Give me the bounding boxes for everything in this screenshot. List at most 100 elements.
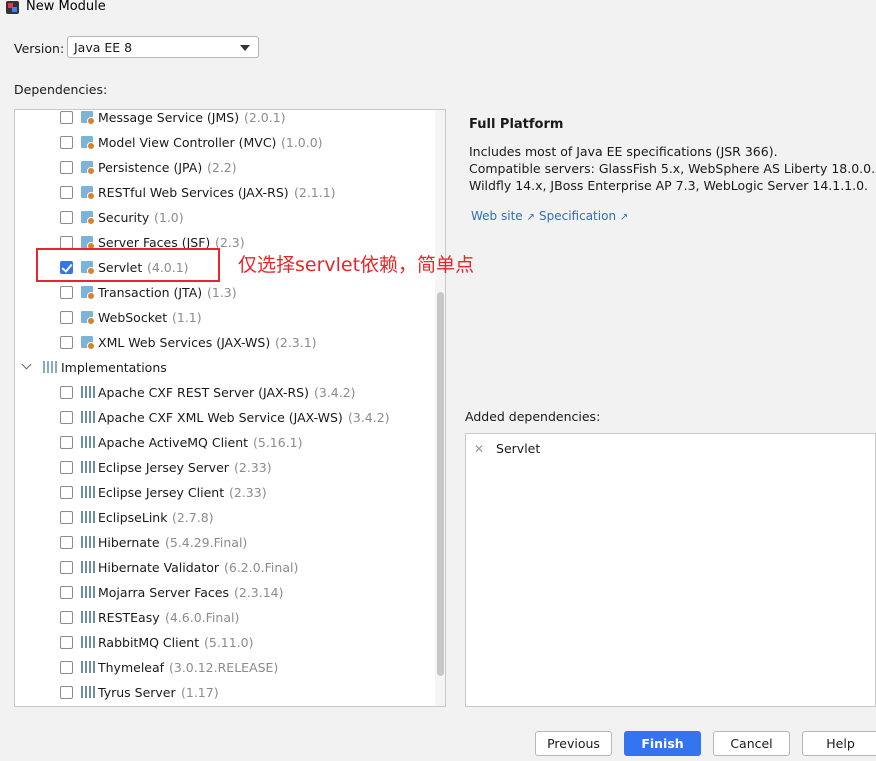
implementation-row[interactable]: Hibernate Validator (6.2.0.Final) — [15, 556, 433, 581]
dependency-version: (5.11.0) — [204, 635, 254, 650]
tree-scrollbar-thumb[interactable] — [437, 292, 444, 676]
dependency-checkbox[interactable] — [60, 286, 73, 299]
dependency-name: Eclipse Jersey Server — [98, 460, 229, 475]
dependency-checkbox[interactable] — [60, 186, 73, 199]
dependency-version: (2.33) — [234, 460, 272, 475]
specification-link[interactable]: Specification ↗ — [539, 209, 628, 223]
implementation-row[interactable]: Hibernate (5.4.29.Final) — [15, 531, 433, 556]
dependency-version: (1.3) — [207, 285, 237, 300]
specification-icon — [81, 336, 95, 350]
dependency-checkbox[interactable] — [60, 686, 73, 699]
dependency-checkbox[interactable] — [60, 486, 73, 499]
info-line: Includes most of Java EE specifications … — [469, 144, 778, 159]
dependency-version: (2.3.1) — [275, 335, 317, 350]
specification-icon — [81, 186, 95, 200]
dependency-checkbox[interactable] — [60, 511, 73, 524]
library-icon — [81, 461, 95, 473]
window-title: New Module — [26, 0, 106, 14]
dependency-checkbox[interactable] — [60, 636, 73, 649]
implementation-row[interactable]: Eclipse Jersey Server (2.33) — [15, 456, 433, 481]
implementation-row[interactable]: Apache ActiveMQ Client (5.16.1) — [15, 431, 433, 456]
dependency-version: (5.16.1) — [253, 435, 303, 450]
dependency-name: Transaction (JTA) — [98, 285, 203, 300]
library-icon — [81, 386, 95, 398]
previous-button[interactable]: Previous — [535, 731, 612, 756]
web-site-link[interactable]: Web site ↗ — [471, 209, 535, 223]
dependency-checkbox[interactable] — [60, 461, 73, 474]
implementation-row[interactable]: Tyrus Server (1.17) — [15, 681, 433, 706]
implementation-row[interactable]: EclipseLink (2.7.8) — [15, 506, 433, 531]
dependency-row[interactable]: Security (1.0) — [15, 206, 433, 231]
added-dependency-item: ✕ Servlet — [474, 441, 540, 456]
dependency-checkbox[interactable] — [60, 661, 73, 674]
version-selected-value: Java EE 8 — [74, 40, 133, 55]
library-icon — [81, 436, 95, 448]
dependency-row[interactable]: XML Web Services (JAX-WS) (2.3.1) — [15, 331, 433, 356]
dependency-name: WebSocket — [98, 310, 168, 325]
dependency-version: (5.4.29.Final) — [165, 535, 248, 550]
implementation-row[interactable]: Thymeleaf (3.0.12.RELEASE) — [15, 656, 433, 681]
library-icon — [81, 586, 95, 598]
dependency-name: EclipseLink — [98, 510, 168, 525]
dependency-checkbox[interactable] — [60, 211, 73, 224]
annotation-highlight-box — [36, 248, 220, 282]
dependency-checkbox[interactable] — [60, 611, 73, 624]
implementation-row[interactable]: Apache CXF REST Server (JAX-RS) (3.4.2) — [15, 381, 433, 406]
dependency-version: (2.3.14) — [234, 585, 284, 600]
external-link-icon: ↗ — [619, 212, 629, 223]
dependency-checkbox[interactable] — [60, 136, 73, 149]
dependency-version: (2.0.1) — [244, 110, 286, 125]
implementation-row[interactable]: Mojarra Server Faces (2.3.14) — [15, 581, 433, 606]
implementation-row[interactable]: Eclipse Jersey Client (2.33) — [15, 481, 433, 506]
dependency-version: (3.4.2) — [314, 385, 356, 400]
dependency-name: Thymeleaf — [98, 660, 165, 675]
dependency-version: (2.2) — [207, 160, 237, 175]
dependency-checkbox[interactable] — [60, 336, 73, 349]
dependency-name: RESTEasy — [98, 610, 160, 625]
chevron-down-icon[interactable] — [21, 359, 32, 370]
dependency-checkbox[interactable] — [60, 536, 73, 549]
implementation-row[interactable]: RESTEasy (4.6.0.Final) — [15, 606, 433, 631]
dependency-name: Apache ActiveMQ Client — [98, 435, 249, 450]
dependency-version: (1.0.0) — [281, 135, 323, 150]
library-icon — [81, 636, 95, 648]
dependency-name: Security — [98, 210, 150, 225]
implementation-row[interactable]: Apache CXF XML Web Service (JAX-WS) (3.4.… — [15, 406, 433, 431]
dependency-row[interactable]: Message Service (JMS) (2.0.1) — [15, 110, 433, 131]
dependencies-tree[interactable]: Message Service (JMS) (2.0.1) Model View C… — [14, 109, 446, 707]
added-dependencies-label: Added dependencies: — [465, 409, 601, 424]
dependency-name: Persistence (JPA) — [98, 160, 203, 175]
intellij-app-icon — [6, 1, 19, 14]
dependency-checkbox[interactable] — [60, 436, 73, 449]
implementations-group-row[interactable]: Implementations — [15, 356, 433, 381]
dependency-row[interactable]: RESTful Web Services (JAX-RS) (2.1.1) — [15, 181, 433, 206]
specification-icon — [81, 236, 95, 250]
dependency-row[interactable]: WebSocket (1.1) — [15, 306, 433, 331]
cancel-button[interactable]: Cancel — [713, 731, 790, 756]
dependency-name: Apache CXF XML Web Service (JAX-WS) — [98, 410, 343, 425]
dependency-row[interactable]: Model View Controller (MVC) (1.0.0) — [15, 131, 433, 156]
dependency-name: Eclipse Jersey Client — [98, 485, 225, 500]
finish-button[interactable]: Finish — [624, 731, 701, 756]
dependency-checkbox[interactable] — [60, 386, 73, 399]
dependency-checkbox[interactable] — [60, 586, 73, 599]
dependency-version: (1.1) — [172, 310, 202, 325]
added-dependencies-list: ✕ Servlet — [465, 433, 876, 707]
version-select[interactable]: Java EE 8 — [67, 36, 259, 58]
implementation-row[interactable]: RabbitMQ Client (5.11.0) — [15, 631, 433, 656]
dependency-row[interactable]: Persistence (JPA) (2.2) — [15, 156, 433, 181]
dependency-checkbox[interactable] — [60, 411, 73, 424]
dependency-checkbox[interactable] — [60, 161, 73, 174]
library-icon — [81, 611, 95, 623]
dependency-checkbox[interactable] — [60, 561, 73, 574]
dependency-checkbox[interactable] — [60, 111, 73, 124]
tree-scrollbar[interactable] — [435, 110, 445, 706]
dependency-version: (4.6.0.Final) — [165, 610, 240, 625]
remove-icon[interactable]: ✕ — [474, 442, 484, 456]
dependency-row[interactable]: Transaction (JTA) (1.3) — [15, 281, 433, 306]
help-button[interactable]: Help — [802, 731, 876, 756]
dependency-name: Apache CXF REST Server (JAX-RS) — [98, 385, 309, 400]
dependency-checkbox[interactable] — [60, 311, 73, 324]
dependency-name: Mojarra Server Faces — [98, 585, 229, 600]
library-icon — [81, 561, 95, 573]
